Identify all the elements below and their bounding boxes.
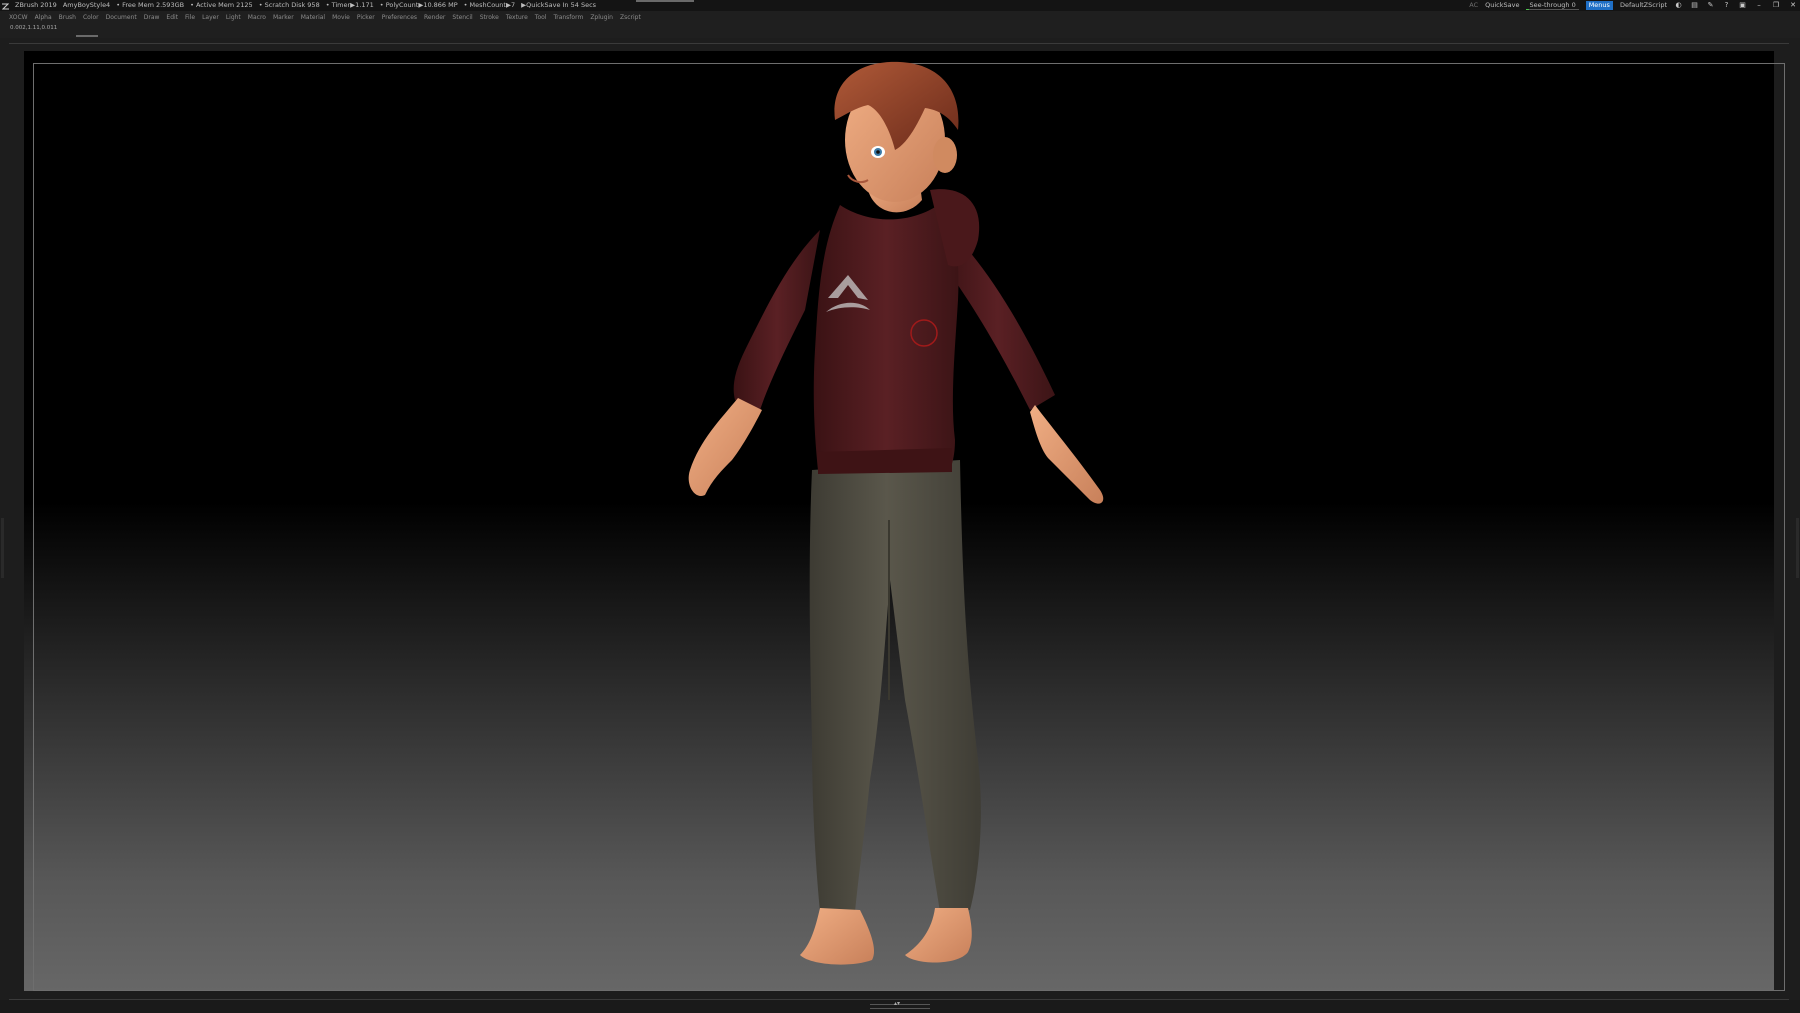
right-arm: [940, 230, 1104, 504]
bottom-bar: ▴▾: [0, 1000, 1800, 1013]
left-arm: [688, 230, 820, 496]
hoodie: [813, 189, 980, 474]
expand-arrows-icon[interactable]: ▴▾: [894, 1000, 900, 1007]
pants: [809, 460, 981, 912]
feet: [800, 908, 972, 965]
character-model[interactable]: [0, 0, 1800, 1013]
